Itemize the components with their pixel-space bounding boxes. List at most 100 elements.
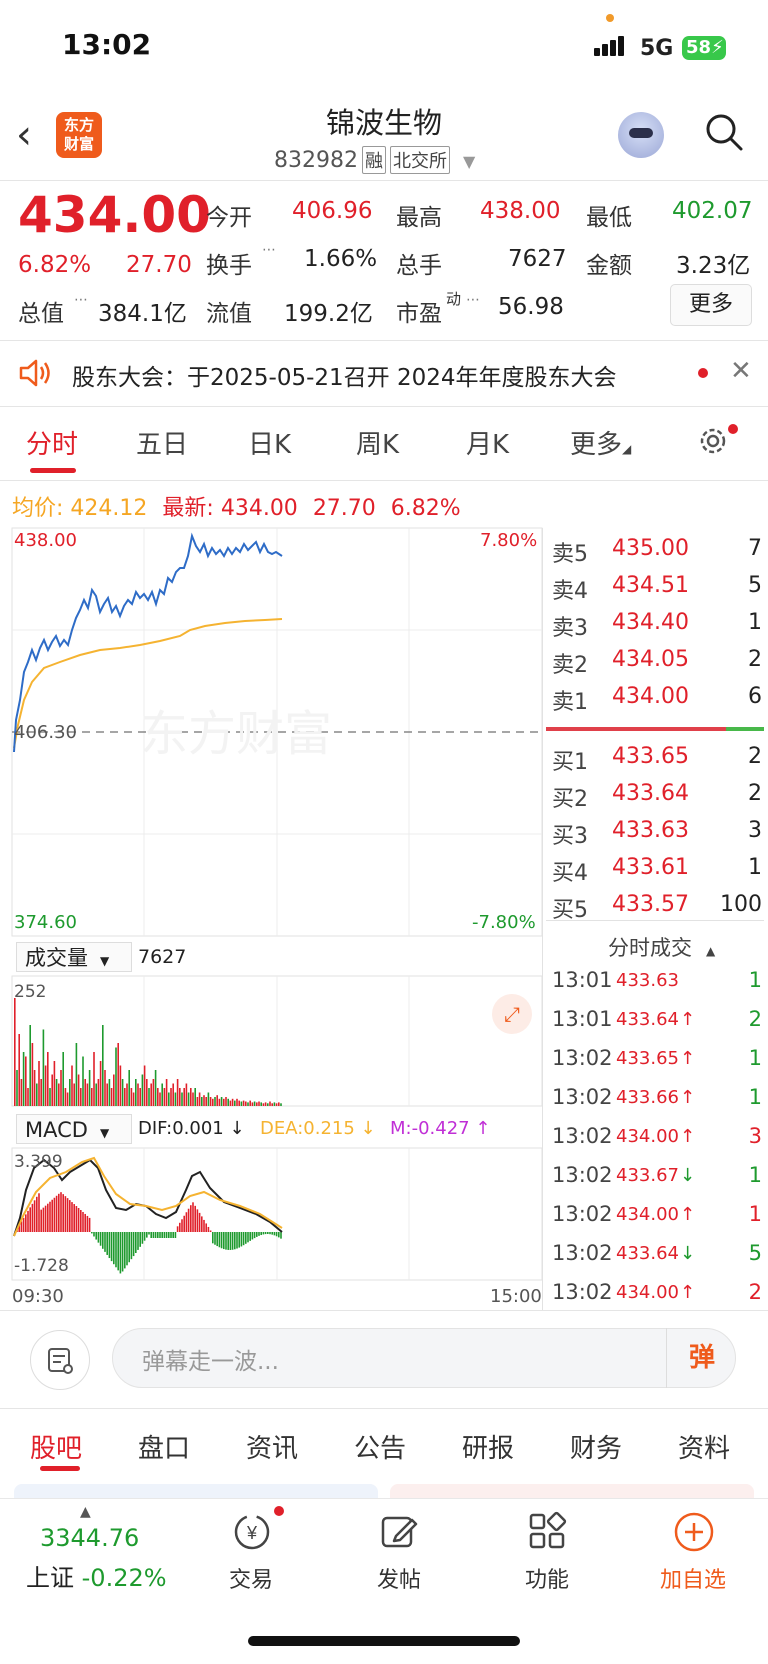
indicator-select-volume[interactable]: 成交量 ▼ — [16, 942, 132, 972]
tick-qty: 5 — [748, 1241, 762, 1265]
tab-pankou[interactable]: 盘口 — [138, 1428, 190, 1465]
tab-research[interactable]: 研报 — [462, 1428, 514, 1465]
indicator-select-macd[interactable]: MACD ▼ — [16, 1114, 132, 1144]
nav-add-watchlist[interactable]: 加自选 — [638, 1562, 748, 1594]
volume-bar — [25, 1056, 27, 1106]
tab-guba[interactable]: 股吧 — [30, 1428, 82, 1465]
macd-bar — [33, 1200, 36, 1232]
macd-bar — [262, 1232, 265, 1235]
volume-bar — [271, 1103, 273, 1106]
ask-qty: 5 — [748, 573, 762, 598]
nav-function[interactable]: 功能 — [492, 1562, 602, 1594]
tab-profile[interactable]: 资料 — [678, 1428, 730, 1465]
macd-dif: DIF:0.001 ↓ — [138, 1118, 245, 1139]
index-value[interactable]: 3344.76 — [40, 1524, 139, 1552]
volume-bar — [240, 1101, 243, 1106]
macd-bar — [209, 1230, 212, 1232]
volume-bar — [264, 1102, 267, 1106]
grid-icon[interactable] — [526, 1510, 568, 1552]
volume-bar — [273, 1102, 276, 1106]
volume-bar — [192, 1092, 194, 1106]
ask-row[interactable]: 卖3 434.40 1 — [552, 610, 762, 646]
nav-post[interactable]: 发帖 — [344, 1562, 454, 1594]
macd-bar — [119, 1232, 122, 1274]
edit-icon[interactable] — [378, 1510, 420, 1552]
bid-row[interactable]: 买4 433.61 1 — [552, 855, 762, 891]
volume-bar — [249, 1100, 251, 1106]
volume-bar — [60, 1070, 62, 1106]
volume-bar — [49, 1088, 51, 1106]
volume-bar — [148, 1088, 150, 1106]
ask-row[interactable]: 卖4 434.51 5 — [552, 573, 762, 609]
volume-bar — [187, 1092, 190, 1106]
macd-dea: DEA:0.215 ↓ — [260, 1118, 376, 1139]
volume-bar — [238, 1100, 240, 1106]
bid-label: 买1 — [552, 750, 588, 775]
macd-bar — [69, 1200, 71, 1232]
volume-bar — [20, 1079, 23, 1106]
macd-bar — [113, 1232, 115, 1265]
volume-bar — [84, 1079, 86, 1106]
danmu-send-button[interactable]: 弹 — [666, 1328, 737, 1388]
bid-row[interactable]: 买3 433.63 3 — [552, 818, 762, 854]
expand-icon[interactable]: ⤢ — [492, 994, 532, 1034]
trade-icon[interactable]: ¥ — [228, 1510, 276, 1554]
volume-bar — [159, 1092, 161, 1106]
macd-bar — [126, 1232, 128, 1266]
nav-trade[interactable]: 交易 — [196, 1562, 306, 1594]
tab-news[interactable]: 资讯 — [246, 1428, 298, 1465]
volume-bar — [218, 1098, 221, 1106]
volume-bar — [183, 1088, 185, 1106]
time-start: 09:30 — [12, 1286, 64, 1307]
ask-label: 卖3 — [552, 616, 588, 641]
ticks-header[interactable]: 分时成交 ▲ — [608, 932, 715, 962]
tick-row: 13:02 434.00 ↑ 1 — [552, 1202, 762, 1232]
index-widget[interactable]: 上证 -0.22% — [26, 1558, 167, 1593]
macd-bar — [143, 1232, 146, 1241]
ask-price: 434.51 — [612, 573, 689, 598]
volume-bar — [102, 1025, 104, 1106]
volume-bar — [220, 1097, 223, 1106]
volume-bar — [165, 1079, 168, 1106]
volume-bar — [152, 1079, 155, 1106]
volume-bar — [150, 1083, 152, 1106]
volume-bar — [44, 1065, 47, 1106]
tick-row: 13:01 433.63 1 — [552, 968, 762, 998]
volume-bar — [256, 1102, 258, 1106]
add-watchlist-icon[interactable] — [672, 1510, 716, 1554]
volume-bar — [225, 1097, 227, 1106]
ask-row[interactable]: 卖2 434.05 2 — [552, 647, 762, 683]
macd-bar — [196, 1209, 199, 1232]
macd-bar — [236, 1232, 238, 1249]
macd-bar — [185, 1212, 188, 1232]
volume-bar — [190, 1088, 192, 1106]
ask-row[interactable]: 卖5 435.00 7 — [552, 536, 762, 572]
tick-qty: 2 — [748, 1280, 762, 1304]
bid-row[interactable]: 买2 433.64 2 — [552, 781, 762, 817]
macd-bar — [150, 1232, 152, 1238]
macd-bar — [110, 1232, 113, 1262]
macd-bar — [161, 1232, 163, 1238]
volume-bar — [42, 1029, 45, 1106]
ask-row[interactable]: 卖1 434.00 6 — [552, 684, 762, 720]
volume-bar — [157, 1088, 159, 1106]
volume-bar — [66, 1092, 69, 1106]
macd-bar — [66, 1198, 69, 1232]
bid-row[interactable]: 买1 433.65 2 — [552, 744, 762, 780]
volume-bar — [110, 1088, 113, 1106]
tick-price: 433.64 — [616, 1009, 679, 1030]
macd-bar — [179, 1222, 181, 1232]
tick-arrow: ↓ — [680, 1165, 696, 1186]
macd-bar — [187, 1208, 190, 1232]
tab-finance[interactable]: 财务 — [570, 1428, 622, 1465]
volume-bar — [132, 1092, 135, 1106]
ask-label: 卖2 — [552, 653, 588, 678]
danmu-settings-icon[interactable] — [30, 1330, 90, 1390]
tab-announcements[interactable]: 公告 — [354, 1428, 406, 1465]
volume-bar — [93, 1052, 95, 1106]
y-axis-top: 438.00 — [14, 530, 77, 551]
volume-bar — [163, 1088, 166, 1106]
volume-bar — [143, 1065, 146, 1106]
volume-bar — [47, 1052, 49, 1106]
bid-row[interactable]: 买5 433.57 100 — [552, 892, 762, 928]
